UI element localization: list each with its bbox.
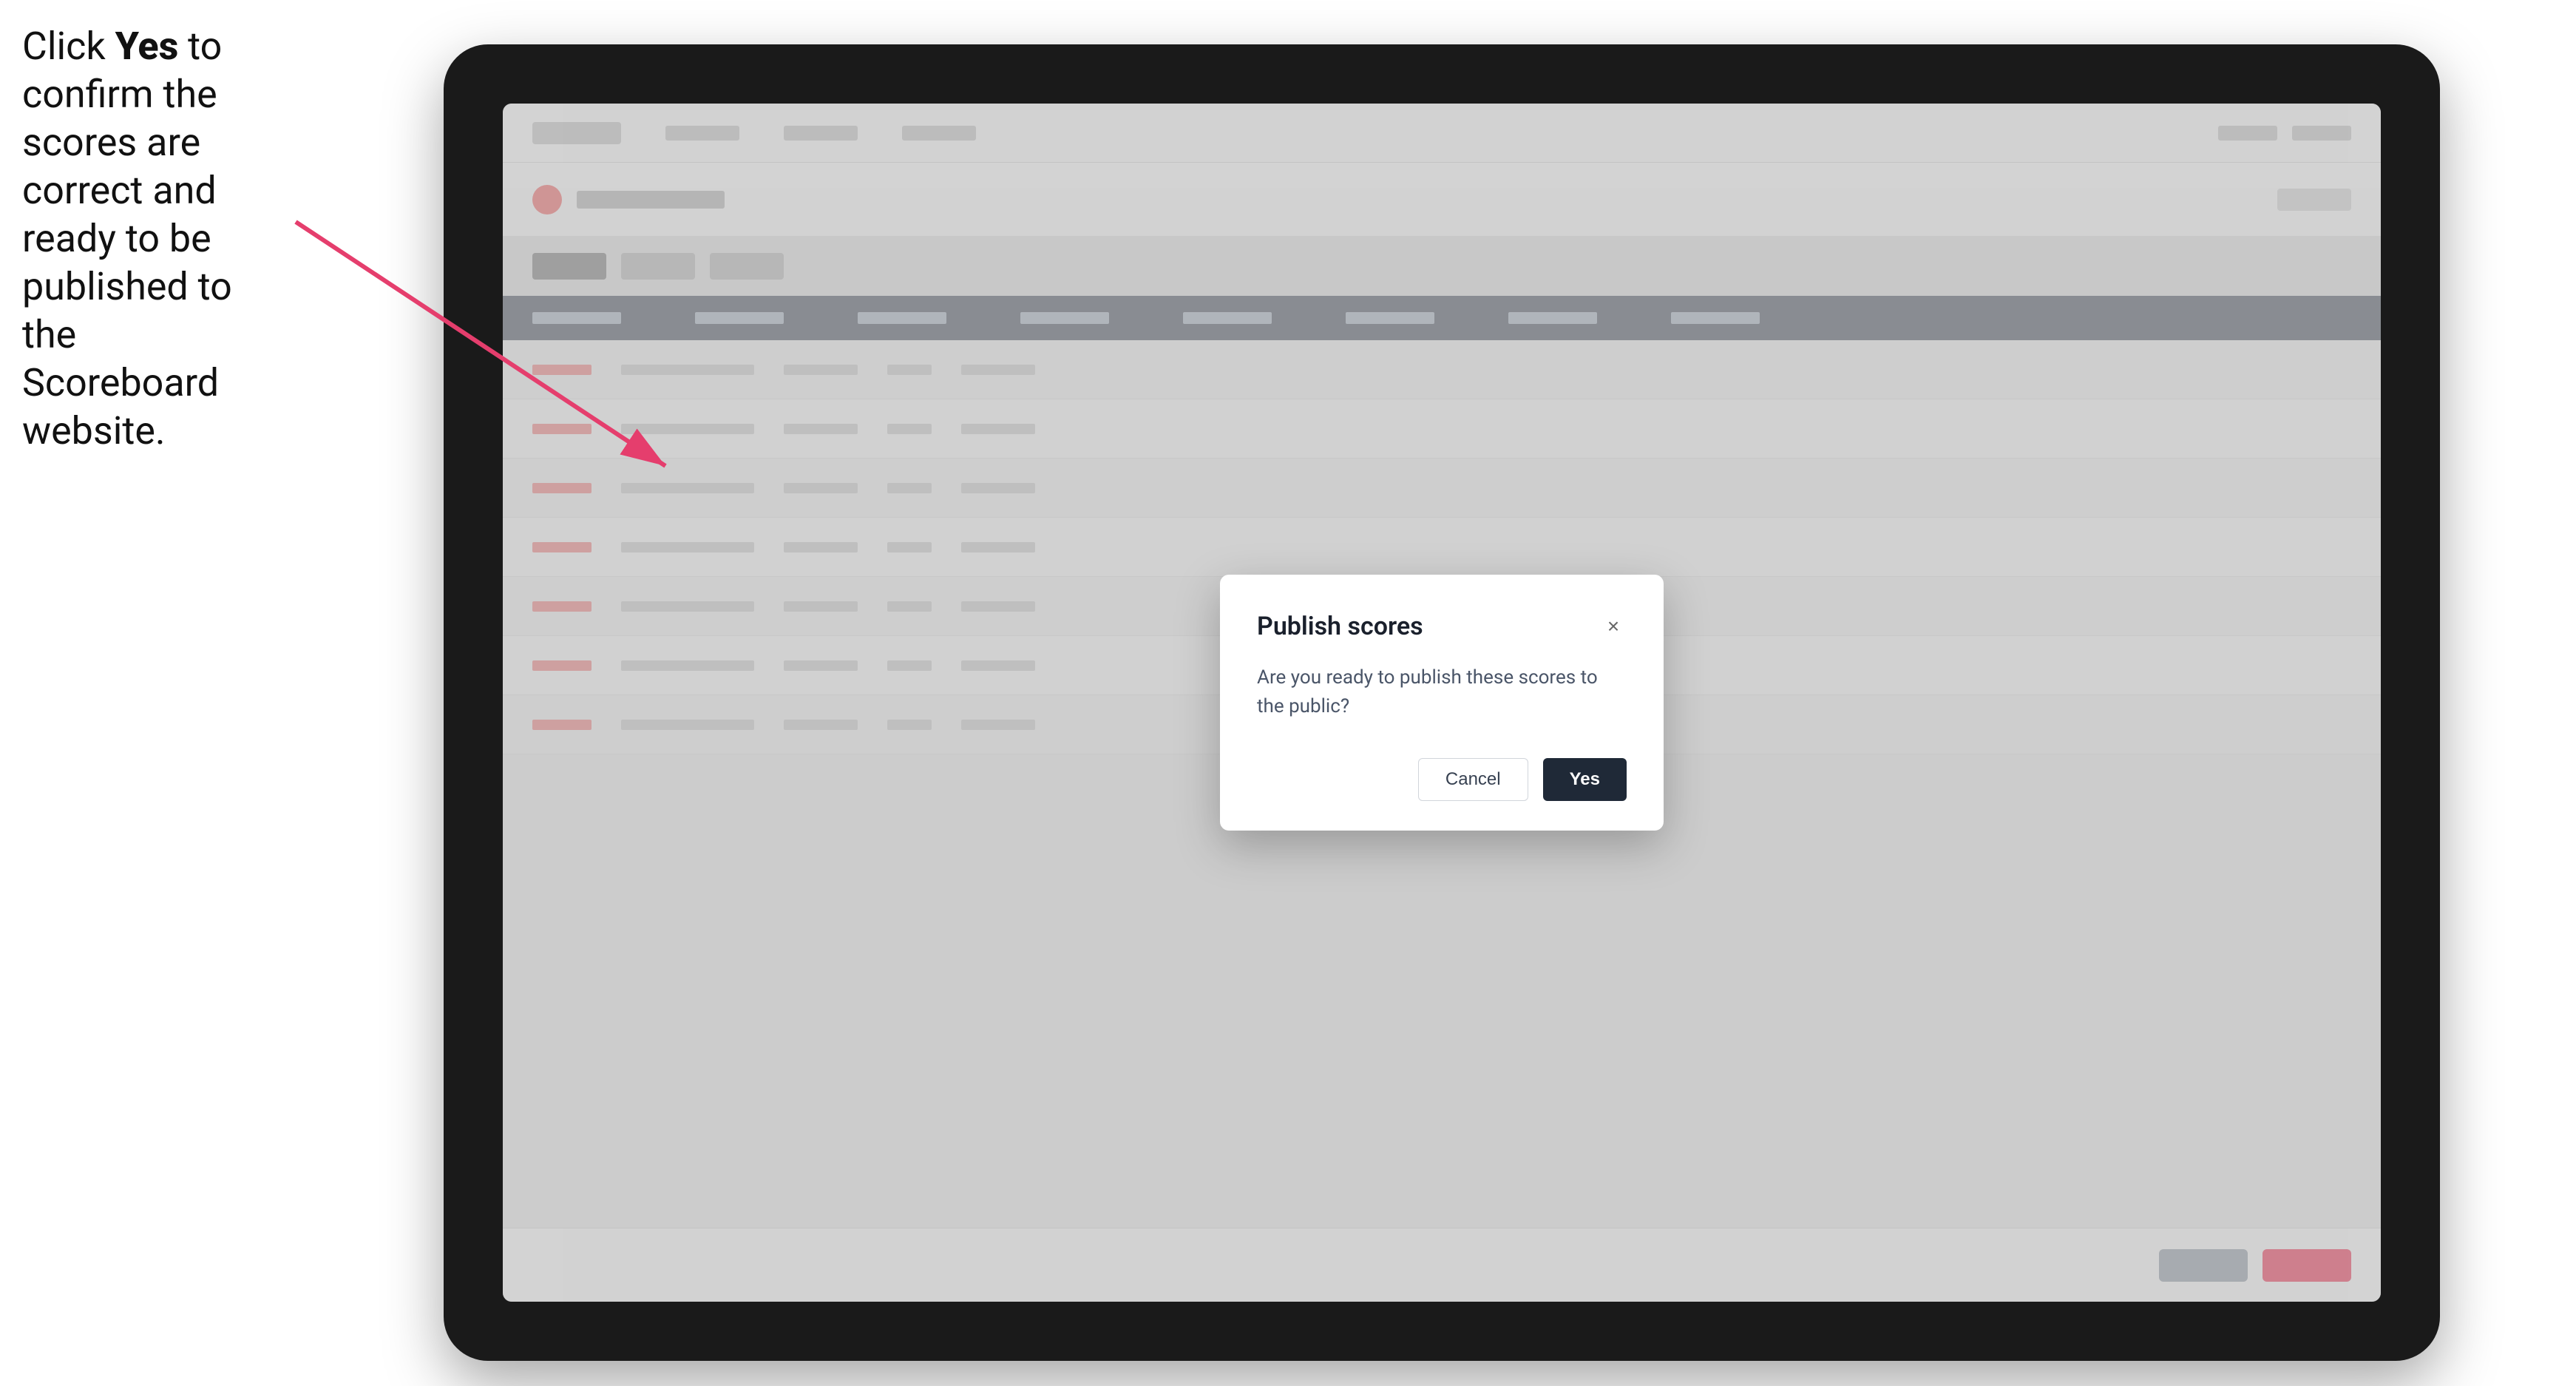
publish-scores-modal: Publish scores × Are you ready to publis… bbox=[1220, 575, 1664, 831]
instruction-prefix: Click bbox=[22, 24, 115, 69]
modal-close-button[interactable]: × bbox=[1600, 613, 1627, 640]
modal-body-text: Are you ready to publish these scores to… bbox=[1257, 663, 1627, 721]
tablet-device: Publish scores × Are you ready to publis… bbox=[444, 44, 2440, 1361]
tablet-screen: Publish scores × Are you ready to publis… bbox=[503, 104, 2381, 1302]
instruction-bold: Yes bbox=[115, 24, 179, 69]
modal-footer: Cancel Yes bbox=[1257, 758, 1627, 801]
instruction-text: Click Yes to confirm the scores are corr… bbox=[22, 22, 237, 455]
yes-button[interactable]: Yes bbox=[1543, 758, 1627, 801]
modal-overlay: Publish scores × Are you ready to publis… bbox=[503, 104, 2381, 1302]
instruction-suffix: to confirm the scores are correct and re… bbox=[22, 24, 232, 453]
cancel-button[interactable]: Cancel bbox=[1418, 758, 1528, 801]
modal-title: Publish scores bbox=[1257, 612, 1423, 641]
modal-header: Publish scores × bbox=[1257, 612, 1627, 641]
